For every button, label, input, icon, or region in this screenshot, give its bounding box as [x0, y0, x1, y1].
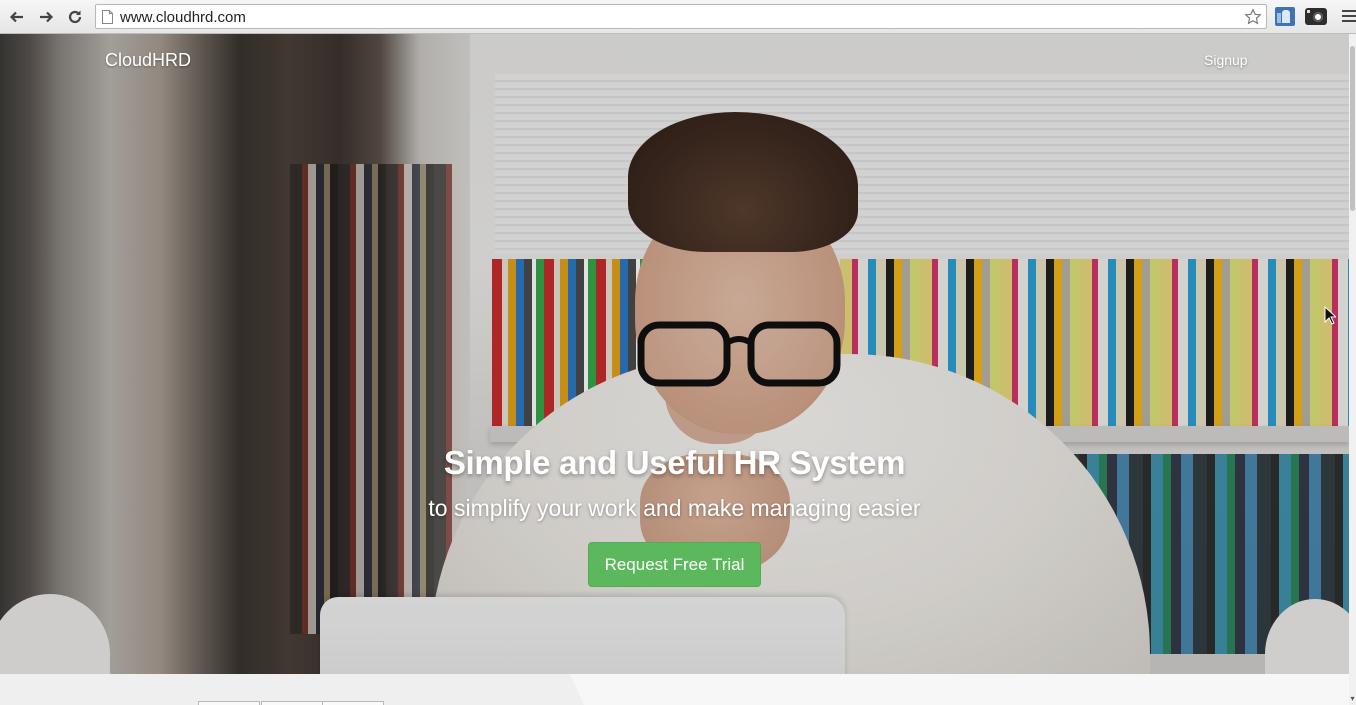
vertical-scrollbar[interactable]: ▾ — [1349, 34, 1356, 705]
hamburger-menu-icon[interactable] — [1342, 10, 1356, 23]
hero-subheadline: to simplify your work and make managing … — [428, 495, 921, 521]
bookmark-extension-icon[interactable] — [1275, 7, 1295, 26]
star-icon[interactable] — [1244, 8, 1262, 26]
mouse-cursor-icon — [1324, 306, 1336, 325]
forward-button[interactable] — [35, 6, 57, 28]
next-section-edge — [0, 674, 1349, 705]
scrollbar-thumb[interactable] — [1350, 46, 1355, 211]
signup-link[interactable]: Signup — [1204, 52, 1248, 68]
arrow-left-icon — [9, 11, 23, 23]
url-text[interactable]: www.cloudhrd.com — [120, 9, 246, 26]
document-icon — [102, 10, 113, 24]
address-bar[interactable]: www.cloudhrd.com — [95, 4, 1267, 29]
browser-toolbar: www.cloudhrd.com — [0, 0, 1356, 34]
back-button[interactable] — [6, 6, 28, 28]
camera-extension-icon[interactable] — [1305, 8, 1327, 25]
arrow-right-icon — [40, 11, 54, 23]
reload-icon — [68, 10, 82, 24]
hero-headline: Simple and Useful HR System — [443, 444, 906, 481]
page-viewport: CloudHRD Signup Simple and Useful HR Sys… — [0, 34, 1349, 705]
scroll-down-arrow-icon[interactable]: ▾ — [1349, 695, 1356, 703]
hero-section: CloudHRD Signup Simple and Useful HR Sys… — [0, 34, 1349, 674]
reload-button[interactable] — [64, 6, 86, 28]
request-free-trial-button[interactable]: Request Free Trial — [588, 542, 761, 587]
site-logo[interactable]: CloudHRD — [105, 50, 191, 71]
